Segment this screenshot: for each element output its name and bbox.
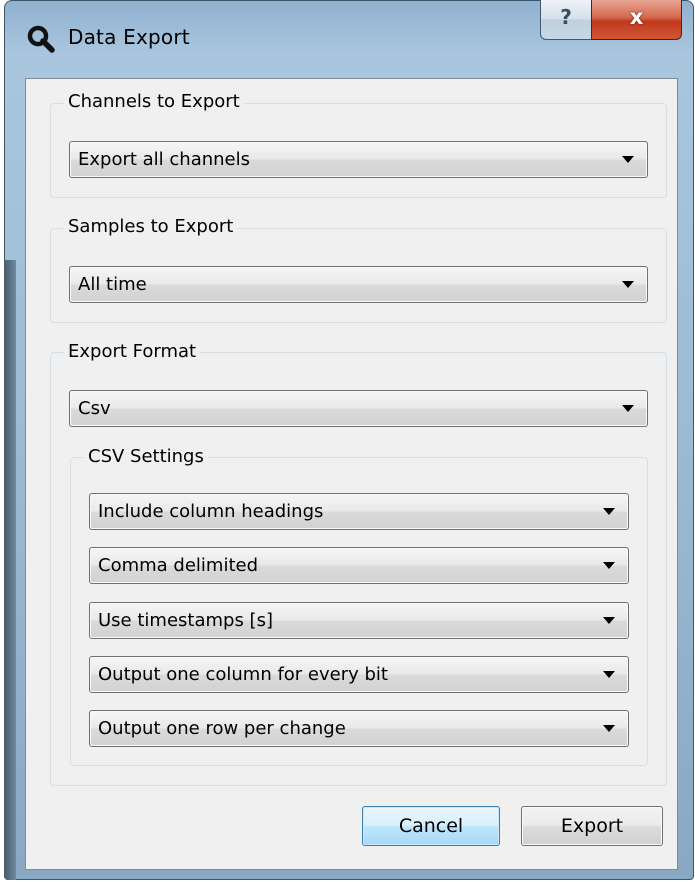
window-title: Data Export bbox=[68, 25, 190, 49]
chevron-down-icon bbox=[603, 671, 615, 678]
channels-group-title: Channels to Export bbox=[64, 91, 244, 113]
samples-group-title: Samples to Export bbox=[64, 216, 238, 238]
chevron-down-icon bbox=[622, 156, 634, 163]
format-dropdown[interactable]: Csv bbox=[69, 390, 648, 427]
bit-columns-value: Output one column for every bit bbox=[98, 664, 388, 685]
column-headings-value: Include column headings bbox=[98, 501, 324, 522]
export-button[interactable]: Export bbox=[521, 806, 663, 846]
dialog-body: Channels to Export Export all channels S… bbox=[25, 78, 678, 870]
cancel-button[interactable]: Cancel bbox=[362, 806, 500, 846]
row-mode-value: Output one row per change bbox=[98, 718, 346, 739]
chevron-down-icon bbox=[622, 281, 634, 288]
magnifier-icon bbox=[27, 25, 55, 53]
help-button[interactable]: ? bbox=[540, 0, 592, 40]
chevron-down-icon bbox=[603, 508, 615, 515]
window-frame-shadow bbox=[4, 260, 16, 880]
delimiter-value: Comma delimited bbox=[98, 555, 258, 576]
samples-dropdown-value: All time bbox=[78, 274, 147, 295]
delimiter-dropdown[interactable]: Comma delimited bbox=[89, 547, 629, 584]
timestamps-value: Use timestamps [s] bbox=[98, 610, 273, 631]
format-group-title: Export Format bbox=[64, 341, 201, 363]
samples-dropdown[interactable]: All time bbox=[69, 266, 648, 303]
csv-settings-group-title: CSV Settings bbox=[84, 446, 208, 468]
column-headings-dropdown[interactable]: Include column headings bbox=[89, 493, 629, 530]
row-mode-dropdown[interactable]: Output one row per change bbox=[89, 710, 629, 747]
chevron-down-icon bbox=[603, 562, 615, 569]
channels-dropdown[interactable]: Export all channels bbox=[69, 141, 648, 178]
timestamps-dropdown[interactable]: Use timestamps [s] bbox=[89, 602, 629, 639]
bit-columns-dropdown[interactable]: Output one column for every bit bbox=[89, 656, 629, 693]
chevron-down-icon bbox=[603, 617, 615, 624]
chevron-down-icon bbox=[622, 405, 634, 412]
format-dropdown-value: Csv bbox=[78, 398, 111, 419]
title-bar[interactable]: Data Export ? x bbox=[0, 0, 695, 78]
channels-dropdown-value: Export all channels bbox=[78, 149, 251, 170]
close-button[interactable]: x bbox=[591, 0, 682, 40]
chevron-down-icon bbox=[603, 725, 615, 732]
